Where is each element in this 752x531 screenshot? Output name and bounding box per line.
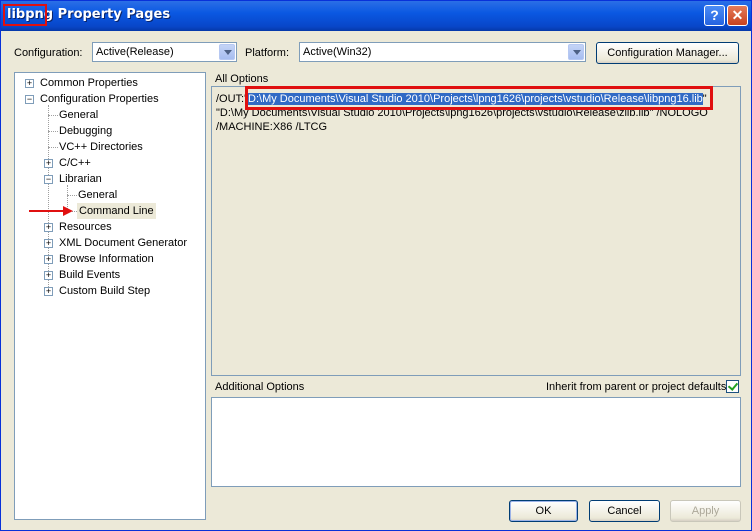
configuration-value: Active(Release) xyxy=(96,46,174,58)
inherit-checkbox[interactable] xyxy=(726,380,739,393)
tree-item-c-cpp[interactable]: C/C++ xyxy=(59,155,91,171)
tree-item-librarian-general[interactable]: General xyxy=(78,187,117,203)
tree-item-resources[interactable]: Resources xyxy=(59,219,112,235)
cancel-button[interactable]: Cancel xyxy=(589,500,660,522)
tree-item-common-properties[interactable]: Common Properties xyxy=(40,75,138,91)
apply-button[interactable]: Apply xyxy=(670,500,741,522)
tree-item-browse-information[interactable]: Browse Information xyxy=(59,251,154,267)
tree-item-custom-build-step[interactable]: Custom Build Step xyxy=(59,283,150,299)
tree-connector xyxy=(48,115,58,116)
expand-icon[interactable]: + xyxy=(44,159,53,168)
tree-connector xyxy=(48,131,58,132)
tree-item-librarian[interactable]: Librarian xyxy=(59,171,102,187)
property-pages-dialog: libpng Property Pages ? ✕ Configuration:… xyxy=(0,0,752,531)
expand-icon[interactable]: + xyxy=(25,79,34,88)
title-project-name: libpng xyxy=(3,4,58,26)
annotation-highlight-box xyxy=(3,4,47,26)
tree-item-vc-directories[interactable]: VC++ Directories xyxy=(59,139,143,155)
configuration-dropdown[interactable]: Active(Release) xyxy=(92,42,237,62)
expand-icon[interactable]: + xyxy=(44,271,53,280)
tree-item-debugging[interactable]: Debugging xyxy=(59,123,112,139)
tree-item-general[interactable]: General xyxy=(59,107,98,123)
tree-item-command-line[interactable]: Command Line xyxy=(77,203,156,219)
tree-item-configuration-properties[interactable]: Configuration Properties xyxy=(40,91,159,107)
tree-item-xml-document-generator[interactable]: XML Document Generator xyxy=(59,235,187,251)
all-options-label: All Options xyxy=(215,73,269,85)
options-line-1-prefix: /OUT:" xyxy=(216,93,249,105)
property-tree[interactable]: + Common Properties − Configuration Prop… xyxy=(14,72,206,520)
chevron-down-icon[interactable] xyxy=(568,44,584,60)
title-bar[interactable]: libpng Property Pages ? ✕ xyxy=(1,1,751,31)
platform-value: Active(Win32) xyxy=(303,46,372,58)
expand-icon[interactable]: + xyxy=(44,255,53,264)
options-line-3: /MACHINE:X86 /LTCG xyxy=(216,121,328,133)
additional-options-label: Additional Options xyxy=(215,381,305,393)
configuration-label: Configuration: xyxy=(14,47,83,59)
title-rest-text: Property Pages xyxy=(57,7,171,22)
expand-icon[interactable]: + xyxy=(44,223,53,232)
tree-connector xyxy=(48,147,58,148)
chevron-down-icon[interactable] xyxy=(219,44,235,60)
collapse-icon[interactable]: − xyxy=(25,95,34,104)
tree-connector xyxy=(67,195,77,196)
platform-dropdown[interactable]: Active(Win32) xyxy=(299,42,586,62)
inherit-label: Inherit from parent or project defaults xyxy=(546,381,727,393)
annotation-arrow-icon xyxy=(29,206,73,216)
help-button[interactable]: ? xyxy=(704,5,725,26)
expand-icon[interactable]: + xyxy=(44,239,53,248)
additional-options-input[interactable] xyxy=(211,397,741,487)
collapse-icon[interactable]: − xyxy=(44,175,53,184)
window-title: libpng Property Pages xyxy=(3,4,171,26)
annotation-highlight-box xyxy=(245,86,713,110)
tree-item-build-events[interactable]: Build Events xyxy=(59,267,120,283)
ok-button[interactable]: OK xyxy=(509,500,578,522)
help-icon: ? xyxy=(710,7,719,23)
close-icon: ✕ xyxy=(731,7,744,23)
platform-label: Platform: xyxy=(245,47,290,59)
configuration-manager-button[interactable]: Configuration Manager... xyxy=(596,42,739,64)
all-options-box[interactable]: /OUT:"D:\My Documents\Visual Studio 2010… xyxy=(211,86,741,376)
expand-icon[interactable]: + xyxy=(44,287,53,296)
close-button[interactable]: ✕ xyxy=(727,5,748,26)
